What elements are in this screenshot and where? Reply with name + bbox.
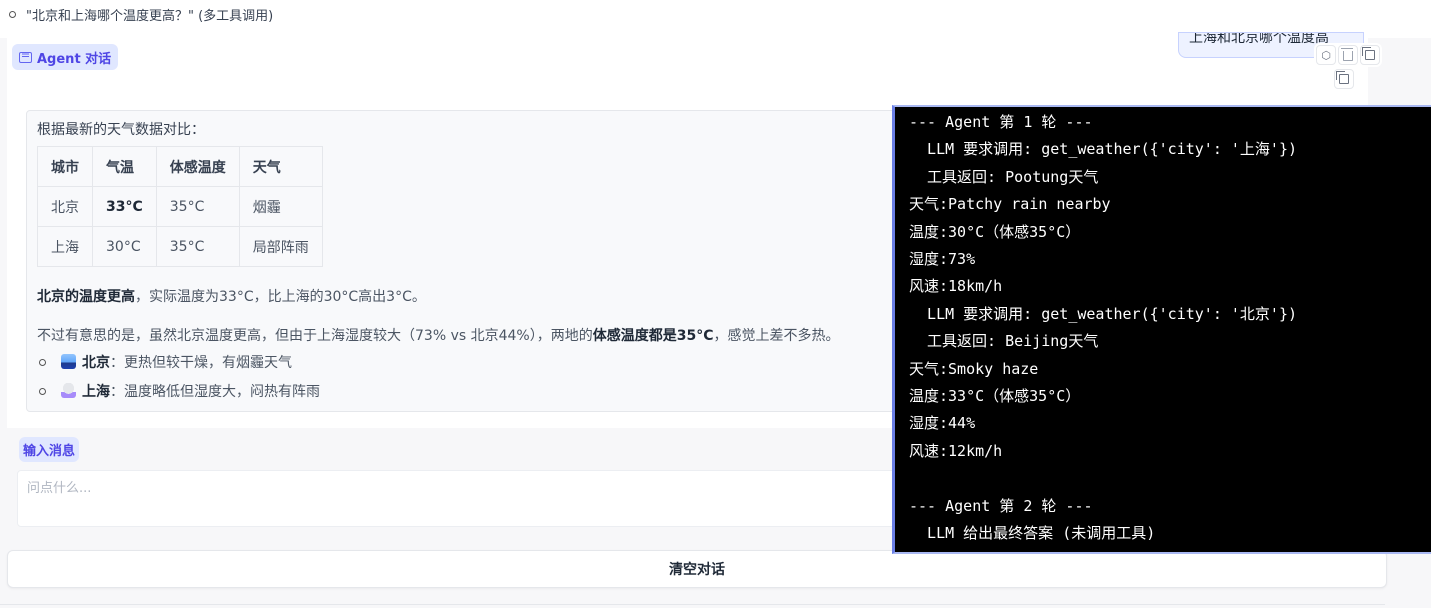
city-name: 北京 xyxy=(82,355,110,371)
answer-text: ，实际温度为33°C，比上海的30°C高出3°C。 xyxy=(135,289,426,305)
share-icon: ⬡ xyxy=(1321,48,1331,62)
answer-highlight: 北京的温度更高 xyxy=(37,289,135,305)
terminal-line: 湿度:44% xyxy=(909,414,976,433)
list-item: 北京：更热但较干燥，有烟霾天气 xyxy=(39,352,320,381)
terminal-log-window: --- Agent 第 1 轮 --- LLM 要求调用: get_weathe… xyxy=(892,105,1431,554)
city-summary: ：更热但较干燥，有烟霾天气 xyxy=(110,355,292,371)
table-header: 城市 xyxy=(37,146,93,187)
terminal-line: 天气:Patchy rain nearby xyxy=(909,195,1111,214)
example-question-text[interactable]: "北京和上海哪个温度更高？" (多工具调用) xyxy=(26,5,273,24)
clear-chat-button[interactable]: 清空对话 xyxy=(7,550,1387,588)
terminal-line: 风速:12km/h xyxy=(909,441,1003,460)
table-cell: 北京 xyxy=(37,186,93,227)
table-cell: 35°C xyxy=(155,186,240,227)
list-bullet xyxy=(39,388,46,395)
table-cell: 30°C xyxy=(92,226,157,267)
table-row: 上海 30°C 35°C 局部阵雨 xyxy=(37,226,323,267)
city-summary-list: 北京：更热但较干燥，有烟霾天气 上海：温度略低但湿度大，闷热有阵雨 xyxy=(39,352,320,410)
city-name: 上海 xyxy=(82,384,110,400)
terminal-line: 湿度:73% xyxy=(909,250,976,268)
city-icon xyxy=(61,354,76,369)
terminal-line: 温度:30°C（体感35°C） xyxy=(909,222,1081,241)
delete-button[interactable] xyxy=(1338,45,1358,65)
message-toolbar: ⬡ xyxy=(1314,43,1382,67)
user-message-text: 上海和北京哪个温度高 xyxy=(1189,32,1329,46)
answer-text: 不过有意思的是，虽然北京温度更高，但由于上海湿度较大（73% vs 北京44%）… xyxy=(37,328,593,344)
terminal-line: 风速:18km/h xyxy=(909,277,1003,296)
rain-icon xyxy=(61,383,76,398)
list-bullet xyxy=(9,11,16,18)
terminal-line: --- Agent 第 2 轮 --- xyxy=(909,496,1093,515)
terminal-line: 工具返回: Beijing天气 xyxy=(909,332,1099,351)
terminal-line: LLM 要求调用: get_weather({'city': '北京'}) xyxy=(909,304,1298,323)
answer-intro: 根据最新的天气数据对比： xyxy=(37,122,205,138)
copy-answer-button[interactable] xyxy=(1334,69,1354,89)
table-header: 天气 xyxy=(238,146,323,187)
list-bullet xyxy=(39,359,46,366)
trash-icon xyxy=(1341,48,1353,61)
table-row: 北京 33°C 35°C 烟霾 xyxy=(37,186,323,227)
table-cell: 局部阵雨 xyxy=(238,226,323,267)
input-label: 输入消息 xyxy=(19,437,80,462)
weather-comparison-table: 城市 气温 体感温度 天气 北京 33°C 35°C 烟霾 上海 30°C 35… xyxy=(37,146,323,267)
terminal-line: --- Agent 第 1 轮 --- xyxy=(909,113,1093,131)
copy-icon xyxy=(1362,47,1375,60)
table-header-row: 城市 气温 体感温度 天气 xyxy=(37,146,323,187)
table-cell: 上海 xyxy=(37,226,93,267)
table-cell: 烟霾 xyxy=(238,186,323,227)
copy-button[interactable] xyxy=(1360,45,1380,65)
assistant-answer: 根据最新的天气数据对比： 城市 气温 体感温度 天气 北京 33°C 35°C … xyxy=(26,110,928,412)
table-cell: 33°C xyxy=(92,186,157,227)
terminal-line: LLM 要求调用: get_weather({'city': '上海'}) xyxy=(909,140,1298,159)
city-summary: ：温度略低但湿度大，闷热有阵雨 xyxy=(110,384,320,400)
table-header: 气温 xyxy=(92,146,157,187)
agent-chat-label: Agent 对话 xyxy=(12,44,119,70)
answer-highlight: 体感温度都是35°C xyxy=(592,328,714,344)
answer-paragraph: 北京的温度更高，实际温度为33°C，比上海的30°C高出3°C。 xyxy=(37,286,426,306)
agent-chat-label-text: Agent 对话 xyxy=(37,51,112,67)
table-header: 体感温度 xyxy=(155,146,240,187)
input-label-text: 输入消息 xyxy=(23,444,76,459)
divider xyxy=(0,604,1385,605)
answer-paragraph: 不过有意思的是，虽然北京温度更高，但由于上海湿度较大（73% vs 北京44%）… xyxy=(37,325,839,345)
table-cell: 35°C xyxy=(155,226,240,267)
terminal-line: LLM 给出最终答案 (未调用工具) xyxy=(909,524,1156,542)
chat-icon xyxy=(19,51,32,63)
terminal-line: 天气:Smoky haze xyxy=(909,359,1039,378)
terminal-line: 工具返回: Pootung天气 xyxy=(909,167,1099,186)
share-button[interactable]: ⬡ xyxy=(1316,45,1336,65)
answer-text: ，感觉上差不多热。 xyxy=(713,328,840,344)
list-item: 上海：温度略低但湿度大，闷热有阵雨 xyxy=(39,381,320,410)
terminal-line: 温度:33°C（体感35°C） xyxy=(909,387,1081,405)
copy-icon xyxy=(1336,71,1349,84)
